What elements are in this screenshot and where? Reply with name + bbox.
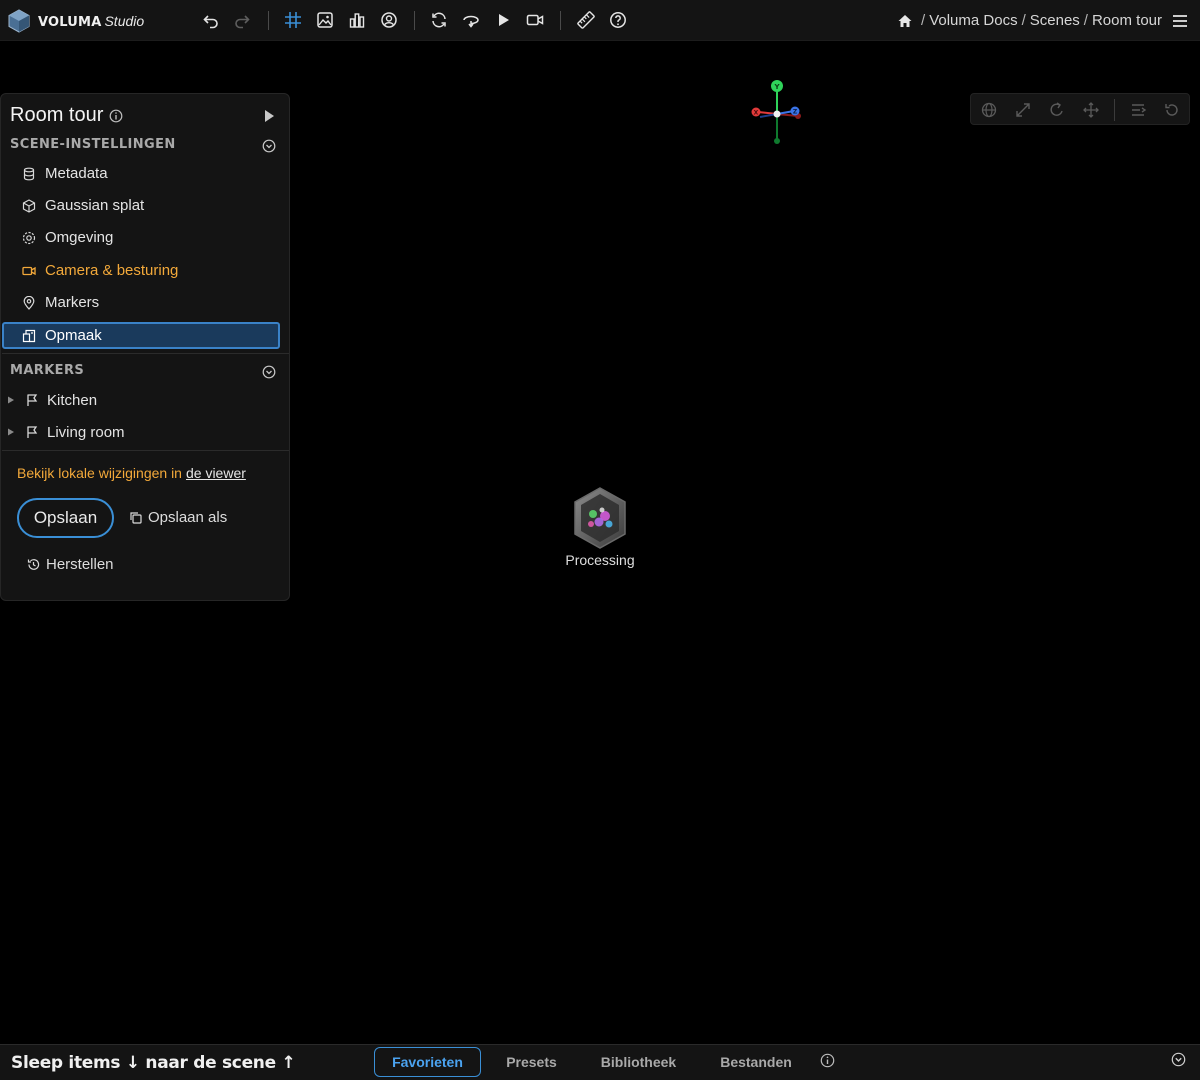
save-as-label: Opslaan als xyxy=(148,509,228,526)
redo-icon[interactable] xyxy=(232,10,252,30)
brand: VOLUMA Studio xyxy=(38,13,144,30)
video-camera-icon[interactable] xyxy=(525,10,545,30)
copy-icon xyxy=(130,512,142,524)
image-icon[interactable] xyxy=(315,10,335,30)
marker-label: Living room xyxy=(47,423,125,441)
breadcrumb-separator: / xyxy=(921,12,926,29)
bottom-bar: Sleep items ↓ naar de scene ↑ Favorieten… xyxy=(0,1044,1200,1080)
brand-suffix: Studio xyxy=(104,13,145,29)
avatar-icon[interactable] xyxy=(379,10,399,30)
toolbar-divider xyxy=(560,11,561,30)
database-icon xyxy=(23,167,35,180)
view-toolbar xyxy=(970,93,1190,125)
toolbar-divider xyxy=(414,11,415,30)
x-axis-label: X xyxy=(754,110,759,117)
panel-expand-icon[interactable] xyxy=(262,108,276,124)
save-button[interactable]: Opslaan xyxy=(17,498,114,538)
toolbar-divider xyxy=(268,11,269,30)
collapse-icon[interactable] xyxy=(262,139,276,153)
divider xyxy=(2,450,289,451)
y-axis-label: Y xyxy=(773,83,780,91)
chart-icon[interactable] xyxy=(347,10,367,30)
undo-icon[interactable] xyxy=(201,10,221,30)
reset-icon[interactable] xyxy=(1163,101,1181,119)
environment-icon xyxy=(22,231,36,244)
z-axis-label: Z xyxy=(793,109,798,116)
expand-arrow-icon[interactable] xyxy=(7,396,15,404)
top-bar: VOLUMA Studio / Voluma Docs / Scenes / R… xyxy=(0,0,1200,41)
viewer-link[interactable]: de viewer xyxy=(186,465,246,481)
settings-item-opmaak[interactable]: Opmaak xyxy=(2,322,280,349)
breadcrumb-separator: / xyxy=(1083,12,1088,29)
toolbar-divider xyxy=(1114,99,1115,121)
scene-title: Room tour xyxy=(10,104,104,126)
align-icon[interactable] xyxy=(1129,101,1147,119)
history-icon xyxy=(27,559,40,570)
expand-icon[interactable] xyxy=(1014,101,1032,119)
collapse-icon[interactable] xyxy=(1171,1052,1186,1067)
home-icon[interactable] xyxy=(897,13,913,29)
settings-item-label: Omgeving xyxy=(45,229,114,246)
orbit-icon[interactable] xyxy=(461,10,481,30)
tab-bibliotheek[interactable]: Bibliotheek xyxy=(590,1047,687,1077)
save-as-button[interactable]: Opslaan als xyxy=(129,509,227,526)
settings-item-label: Gaussian splat xyxy=(45,197,145,214)
breadcrumb-item[interactable]: Voluma Docs xyxy=(929,12,1017,29)
settings-item-metadata[interactable]: Metadata xyxy=(2,160,280,187)
settings-item-gaussian-splat[interactable]: Gaussian splat xyxy=(2,192,280,219)
breadcrumb: / Voluma Docs / Scenes / Room tour xyxy=(897,12,1162,29)
tab-bestanden[interactable]: Bestanden xyxy=(708,1047,804,1077)
settings-item-label: Metadata xyxy=(45,165,108,182)
settings-item-camera[interactable]: Camera & besturing xyxy=(2,257,280,284)
flag-icon xyxy=(27,426,38,438)
cube-icon xyxy=(22,198,36,213)
axis-gizmo[interactable]: Y X Z xyxy=(748,78,806,148)
play-icon[interactable] xyxy=(493,10,513,30)
panel-title: Room tour xyxy=(10,104,123,127)
settings-item-label: Opmaak xyxy=(45,327,102,344)
expand-arrow-icon[interactable] xyxy=(7,428,15,436)
local-changes-notice: Bekijk lokale wijzigingen in de viewer xyxy=(17,465,246,481)
divider xyxy=(2,353,289,354)
grid-icon[interactable] xyxy=(283,10,303,30)
markers-section-header: MARKERS xyxy=(10,363,85,378)
breadcrumb-item[interactable]: Scenes xyxy=(1030,12,1080,29)
info-icon[interactable] xyxy=(109,109,123,123)
marker-label: Kitchen xyxy=(47,391,98,409)
voluma-logo-icon[interactable] xyxy=(7,9,31,33)
tab-favorieten[interactable]: Favorieten xyxy=(374,1047,481,1077)
restore-label: Herstellen xyxy=(46,556,114,573)
globe-icon[interactable] xyxy=(980,101,998,119)
drag-hint: Sleep items ↓ naar de scene ↑ xyxy=(11,1053,296,1073)
info-icon[interactable] xyxy=(820,1053,835,1068)
processing-icon xyxy=(571,486,629,550)
settings-item-omgeving[interactable]: Omgeving xyxy=(2,224,280,251)
restore-button[interactable]: Herstellen xyxy=(27,556,114,573)
settings-item-label: Camera & besturing xyxy=(45,262,179,279)
marker-item-living-room[interactable]: Living room xyxy=(7,419,125,445)
collapse-icon[interactable] xyxy=(262,365,276,379)
settings-section-header: SCENE-INSTELLINGEN xyxy=(10,137,176,152)
marker-item-kitchen[interactable]: Kitchen xyxy=(7,387,97,413)
settings-item-label: Markers xyxy=(45,294,100,311)
brand-name: VOLUMA xyxy=(38,15,102,30)
help-icon[interactable] xyxy=(608,10,628,30)
notice-text: Bekijk lokale wijzigingen in xyxy=(17,465,182,481)
scene-panel: Room tour SCENE-INSTELLINGEN Metadata Ga… xyxy=(0,93,290,601)
hamburger-menu-icon[interactable] xyxy=(1171,12,1189,30)
refresh-icon[interactable] xyxy=(429,10,449,30)
rotate-icon[interactable] xyxy=(1048,101,1066,119)
processing-status: Processing xyxy=(565,552,635,568)
layout-icon xyxy=(22,329,36,342)
settings-item-markers[interactable]: Markers xyxy=(2,289,280,316)
breadcrumb-current[interactable]: Room tour xyxy=(1092,12,1162,29)
location-pin-icon xyxy=(23,295,35,310)
camera-icon xyxy=(22,266,36,275)
ruler-icon[interactable] xyxy=(576,10,596,30)
breadcrumb-separator: / xyxy=(1021,12,1026,29)
flag-icon xyxy=(27,394,38,406)
tab-presets[interactable]: Presets xyxy=(495,1047,568,1077)
move-icon[interactable] xyxy=(1082,101,1100,119)
